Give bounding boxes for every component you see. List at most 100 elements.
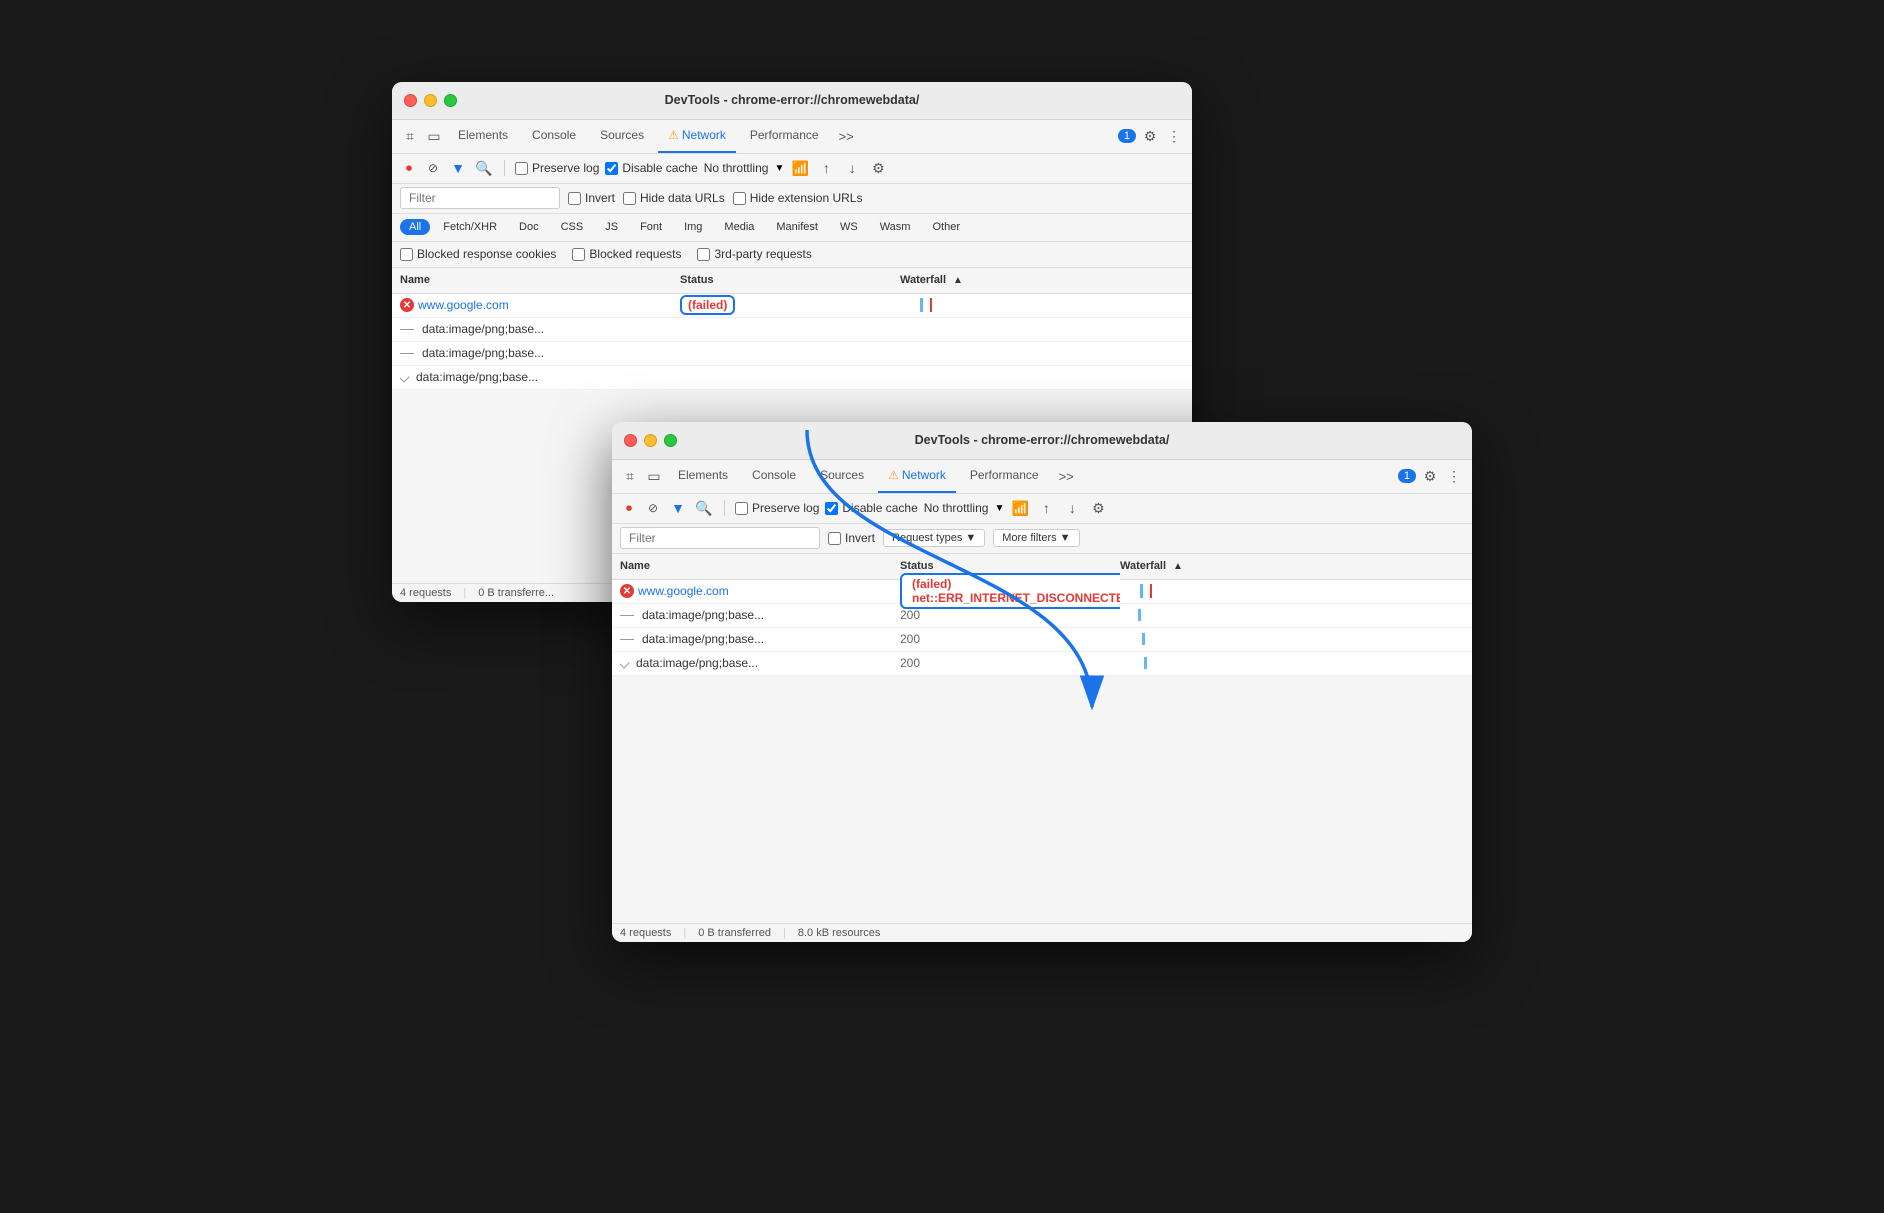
- filter-icon-back[interactable]: ▼: [448, 158, 468, 178]
- clear-button-front[interactable]: ⊘: [644, 499, 662, 517]
- table-row[interactable]: data:image/png;base... 200: [612, 628, 1472, 652]
- hide-data-urls-label-back[interactable]: Hide data URLs: [623, 191, 725, 205]
- close-button-front[interactable]: [624, 434, 637, 447]
- wifi-icon-back[interactable]: 📶: [790, 158, 810, 178]
- tab-performance-back[interactable]: Performance: [740, 120, 829, 153]
- tab-network-back[interactable]: ⚠Network: [658, 120, 736, 153]
- wifi-icon-front[interactable]: 📶: [1010, 498, 1030, 518]
- more-icon-front[interactable]: ⋮: [1444, 466, 1464, 486]
- type-ws-back[interactable]: WS: [831, 219, 867, 235]
- type-css-back[interactable]: CSS: [552, 219, 593, 235]
- disable-cache-checkbox-front[interactable]: [825, 502, 838, 515]
- type-font-back[interactable]: Font: [631, 219, 671, 235]
- more-tabs-back[interactable]: >>: [833, 129, 860, 144]
- type-media-back[interactable]: Media: [715, 219, 763, 235]
- col-header-status-back[interactable]: Status: [680, 274, 900, 286]
- row-waterfall-2-front: [1120, 604, 1464, 627]
- download-icon-front[interactable]: ↓: [1062, 498, 1082, 518]
- more-tabs-front[interactable]: >>: [1053, 469, 1080, 484]
- tab-elements-back[interactable]: Elements: [448, 120, 518, 153]
- third-party-checkbox-back[interactable]: [697, 248, 710, 261]
- tab-sources-back[interactable]: Sources: [590, 120, 654, 153]
- search-icon-back[interactable]: 🔍: [474, 158, 494, 178]
- disable-cache-label-front[interactable]: Disable cache: [825, 501, 917, 515]
- invert-checkbox-front[interactable]: [828, 532, 841, 545]
- hide-ext-label-back[interactable]: Hide extension URLs: [733, 191, 863, 205]
- cursor-icon-front[interactable]: ⌗: [620, 466, 640, 486]
- minimize-button-front[interactable]: [644, 434, 657, 447]
- blocked-response-label-back[interactable]: Blocked response cookies: [400, 247, 556, 261]
- settings2-icon-back[interactable]: ⚙: [868, 158, 888, 178]
- col-header-waterfall-back[interactable]: Waterfall ▲: [900, 274, 1184, 286]
- tab-network-front[interactable]: ⚠Network: [878, 460, 956, 493]
- type-other-back[interactable]: Other: [923, 219, 969, 235]
- filter-input-front[interactable]: [620, 527, 820, 549]
- table-header-back: Name Status Waterfall ▲: [392, 268, 1192, 294]
- preserve-log-checkbox-back[interactable]: [515, 162, 528, 175]
- hide-data-urls-checkbox-back[interactable]: [623, 192, 636, 205]
- maximize-button-back[interactable]: [444, 94, 457, 107]
- col-header-status-front[interactable]: Status: [900, 560, 1120, 572]
- minimize-button-back[interactable]: [424, 94, 437, 107]
- preserve-log-label-back[interactable]: Preserve log: [515, 161, 599, 175]
- blocked-requests-label-back[interactable]: Blocked requests: [572, 247, 681, 261]
- upload-icon-front[interactable]: ↑: [1036, 498, 1056, 518]
- preserve-log-checkbox-front[interactable]: [735, 502, 748, 515]
- table-row[interactable]: ✕ www.google.com (failed) net::ERR_INTER…: [612, 580, 1472, 604]
- invert-checkbox-back[interactable]: [568, 192, 581, 205]
- type-wasm-back[interactable]: Wasm: [871, 219, 920, 235]
- filter-input-back[interactable]: [400, 187, 560, 209]
- table-row[interactable]: data:image/png;base...: [392, 342, 1192, 366]
- request-types-btn[interactable]: Request types ▼: [883, 529, 985, 547]
- clear-button-back[interactable]: ⊘: [424, 159, 442, 177]
- maximize-button-front[interactable]: [664, 434, 677, 447]
- third-party-label-back[interactable]: 3rd-party requests: [697, 247, 811, 261]
- more-filters-btn[interactable]: More filters ▼: [993, 529, 1079, 547]
- tab-performance-front[interactable]: Performance: [960, 460, 1049, 493]
- type-js-back[interactable]: JS: [596, 219, 627, 235]
- blocked-response-checkbox-back[interactable]: [400, 248, 413, 261]
- type-all-back[interactable]: All: [400, 219, 430, 235]
- device-icon[interactable]: ▭: [424, 126, 444, 146]
- close-button-back[interactable]: [404, 94, 417, 107]
- row-status-3-front: 200: [900, 632, 1120, 646]
- table-row[interactable]: data:image/png;base... 200: [612, 604, 1472, 628]
- table-row[interactable]: data:image/png;base... 200: [612, 652, 1472, 676]
- tab-elements-front[interactable]: Elements: [668, 460, 738, 493]
- table-row[interactable]: data:image/png;base...: [392, 318, 1192, 342]
- filter-icon-front[interactable]: ▼: [668, 498, 688, 518]
- device-icon-front[interactable]: ▭: [644, 466, 664, 486]
- search-icon-front[interactable]: 🔍: [694, 498, 714, 518]
- more-icon-back[interactable]: ⋮: [1164, 126, 1184, 146]
- settings-icon-front[interactable]: ⚙: [1420, 466, 1440, 486]
- preserve-log-label-front[interactable]: Preserve log: [735, 501, 819, 515]
- blocked-requests-checkbox-back[interactable]: [572, 248, 585, 261]
- col-header-name-front[interactable]: Name: [620, 560, 900, 572]
- invert-label-back[interactable]: Invert: [568, 191, 615, 205]
- table-row[interactable]: data:image/png;base...: [392, 366, 1192, 390]
- upload-icon-back[interactable]: ↑: [816, 158, 836, 178]
- settings-icon-back[interactable]: ⚙: [1140, 126, 1160, 146]
- error-icon-1-back: ✕: [400, 298, 414, 312]
- type-fetch-back[interactable]: Fetch/XHR: [434, 219, 506, 235]
- type-img-back[interactable]: Img: [675, 219, 711, 235]
- download-icon-back[interactable]: ↓: [842, 158, 862, 178]
- settings2-icon-front[interactable]: ⚙: [1088, 498, 1108, 518]
- record-button-front[interactable]: ⏺: [620, 499, 638, 517]
- throttle-arrow-back[interactable]: ▼: [774, 163, 784, 174]
- tab-console-front[interactable]: Console: [742, 460, 806, 493]
- cursor-icon[interactable]: ⌗: [400, 126, 420, 146]
- hide-ext-checkbox-back[interactable]: [733, 192, 746, 205]
- tab-sources-front[interactable]: Sources: [810, 460, 874, 493]
- col-header-waterfall-front[interactable]: Waterfall ▲: [1120, 560, 1464, 572]
- type-manifest-back[interactable]: Manifest: [767, 219, 827, 235]
- invert-label-front[interactable]: Invert: [828, 531, 875, 545]
- col-header-name-back[interactable]: Name: [400, 274, 680, 286]
- tab-console-back[interactable]: Console: [522, 120, 586, 153]
- disable-cache-checkbox-back[interactable]: [605, 162, 618, 175]
- disable-cache-label-back[interactable]: Disable cache: [605, 161, 697, 175]
- record-button-back[interactable]: ⏺: [400, 159, 418, 177]
- throttle-arrow-front[interactable]: ▼: [994, 503, 1004, 514]
- table-row[interactable]: ✕ www.google.com (failed): [392, 294, 1192, 318]
- type-doc-back[interactable]: Doc: [510, 219, 548, 235]
